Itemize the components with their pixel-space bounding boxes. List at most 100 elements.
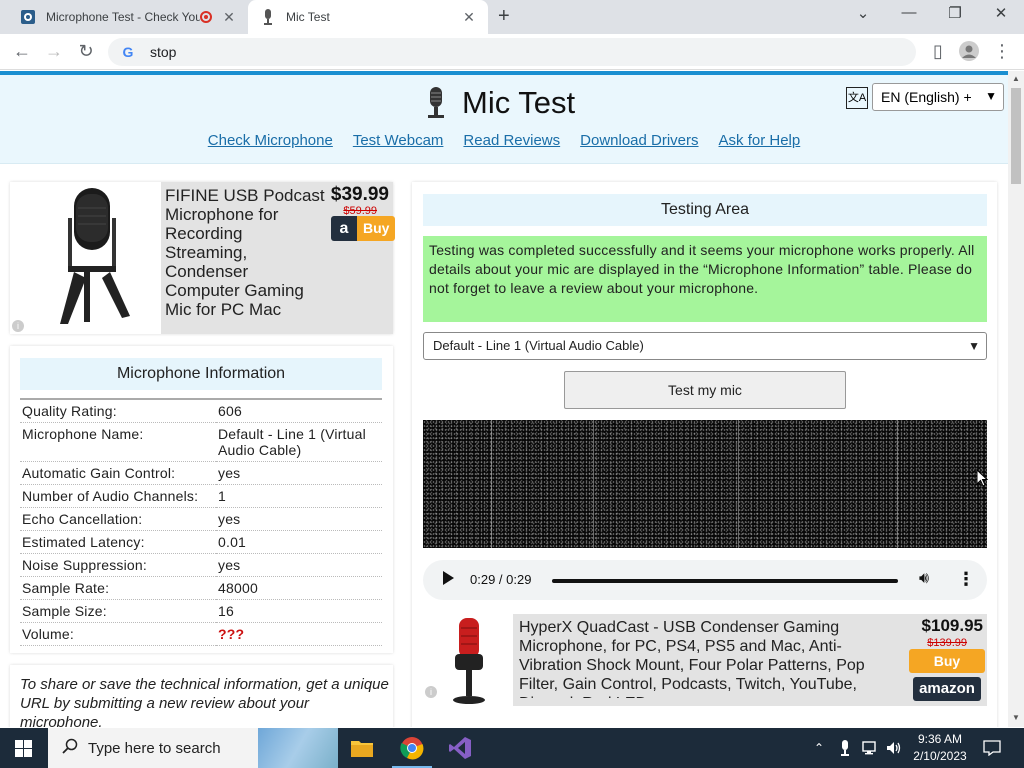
test-my-mic-button[interactable]: Test my mic bbox=[564, 371, 846, 409]
audio-visualizer bbox=[423, 420, 987, 548]
show-hidden-icons[interactable]: ⌃ bbox=[814, 728, 824, 768]
nav-read-reviews[interactable]: Read Reviews bbox=[463, 132, 560, 149]
windows-taskbar: Type here to search ⌃ 9:36 AM 2/10/2023 bbox=[0, 728, 1024, 768]
table-row: Estimated Latency: 0.01 bbox=[20, 531, 382, 554]
restore-button[interactable]: ❐ bbox=[940, 4, 970, 22]
minimize-button[interactable]: — bbox=[894, 4, 924, 21]
audio-time: 0:29 / 0:29 bbox=[470, 572, 532, 587]
product-ad-hyperx[interactable]: i HyperX QuadCast - USB Condenser Gaming… bbox=[423, 614, 987, 706]
site-favicon-icon bbox=[20, 9, 36, 25]
share-text: To share or save the technical informati… bbox=[20, 676, 389, 727]
info-key: Number of Audio Channels: bbox=[22, 488, 199, 504]
mic-tray-icon[interactable] bbox=[840, 728, 850, 768]
info-key: Quality Rating: bbox=[22, 403, 117, 419]
ad-info-icon[interactable]: i bbox=[425, 686, 437, 698]
amazon-logo-icon: a bbox=[331, 216, 357, 241]
info-value: 16 bbox=[218, 603, 234, 619]
table-row: Automatic Gain Control: yes bbox=[20, 462, 382, 485]
microphone-information-panel: Microphone Information Quality Rating: 60… bbox=[10, 346, 393, 653]
chevron-down-icon: ▼ bbox=[985, 89, 997, 103]
new-tab-button[interactable]: + bbox=[498, 5, 510, 28]
info-value: yes bbox=[218, 465, 241, 481]
ad-info-icon[interactable]: i bbox=[12, 320, 24, 332]
notification-icon[interactable] bbox=[983, 728, 1001, 768]
table-row: Number of Audio Channels: 1 bbox=[20, 485, 382, 508]
product-image-hyperx bbox=[453, 618, 485, 704]
tab-mic-test[interactable]: Mic Test ✕ bbox=[248, 0, 488, 34]
info-value: yes bbox=[218, 557, 241, 573]
close-tab-icon[interactable]: ✕ bbox=[460, 9, 478, 26]
ad-product-title[interactable]: HyperX QuadCast - USB Condenser Gaming M… bbox=[519, 618, 894, 698]
microphone-info-table: Quality Rating: 606 Microphone Name: Defau… bbox=[20, 397, 382, 646]
windows-icon[interactable] bbox=[15, 740, 32, 757]
taskbar-search[interactable]: Type here to search bbox=[48, 728, 338, 768]
nav-download-drivers[interactable]: Download Drivers bbox=[580, 132, 698, 149]
testing-area-panel: Testing Area Testing was completed succe… bbox=[412, 182, 997, 727]
play-icon[interactable] bbox=[443, 571, 454, 585]
tab-microphone-test[interactable]: Microphone Test - Check Your ✕ bbox=[8, 0, 248, 34]
site-title[interactable]: Mic Test bbox=[424, 85, 575, 121]
info-value: 0.01 bbox=[218, 534, 247, 550]
audio-progress-track[interactable] bbox=[552, 579, 898, 583]
language-select[interactable]: EN (English) + ▼ bbox=[872, 83, 1004, 111]
microphone-favicon-icon bbox=[260, 9, 276, 25]
search-placeholder: Type here to search bbox=[88, 739, 221, 757]
language-value: EN (English) + bbox=[881, 89, 972, 105]
browser-menu-icon[interactable]: ⋮ bbox=[990, 41, 1014, 62]
chrome-icon[interactable] bbox=[388, 728, 436, 768]
page-scrollbar[interactable]: ▲ ▼ bbox=[1008, 71, 1024, 727]
search-highlight-image bbox=[258, 728, 338, 768]
visualizer-line bbox=[897, 420, 898, 548]
close-tab-icon[interactable]: ✕ bbox=[220, 9, 238, 26]
product-image-fifine bbox=[60, 188, 130, 324]
ad-product-title[interactable]: FIFINE USB Podcast Microphone for Record… bbox=[165, 186, 325, 326]
buy-button[interactable]: Buy bbox=[909, 649, 985, 673]
mouse-cursor-icon bbox=[976, 469, 988, 487]
info-key: Volume: bbox=[22, 626, 74, 642]
forward-button[interactable]: → bbox=[42, 41, 66, 62]
reload-button[interactable]: ↻ bbox=[74, 41, 98, 62]
visualizer-line bbox=[593, 420, 594, 548]
translate-icon: 文A bbox=[846, 87, 868, 109]
address-bar[interactable]: G stop bbox=[108, 38, 916, 66]
tab-search-chevron-icon[interactable]: ⌄ bbox=[848, 4, 878, 22]
browser-tab-bar: Microphone Test - Check Your ✕ Mic Test … bbox=[0, 0, 1024, 34]
close-window-button[interactable]: ✕ bbox=[986, 4, 1016, 22]
visual-studio-icon[interactable] bbox=[436, 728, 484, 768]
network-icon[interactable] bbox=[862, 728, 880, 768]
speaker-icon[interactable] bbox=[886, 728, 902, 768]
section-heading: Microphone Information bbox=[20, 358, 382, 390]
folder-icon[interactable] bbox=[338, 728, 386, 768]
nav-test-webcam[interactable]: Test Webcam bbox=[353, 132, 444, 149]
info-value: yes bbox=[218, 511, 241, 527]
device-select[interactable]: Default - Line 1 (Virtual Audio Cable) ▼ bbox=[423, 332, 987, 360]
clock-date: 2/10/2023 bbox=[913, 749, 967, 763]
info-value: 48000 bbox=[218, 580, 258, 596]
scroll-down-icon[interactable]: ▼ bbox=[1012, 713, 1020, 722]
amazon-buy-button[interactable]: a Buy bbox=[331, 216, 396, 241]
browser-toolbar: ← → ↻ G stop ▯ ⋮ bbox=[0, 34, 1024, 70]
ad-price: $39.99 bbox=[330, 184, 389, 205]
visualizer-line bbox=[491, 420, 492, 548]
volume-icon[interactable]: 🔊︎ bbox=[919, 570, 929, 588]
ad-price: $109.95 bbox=[921, 616, 983, 635]
buy-label: Buy bbox=[357, 216, 396, 241]
back-button[interactable]: ← bbox=[10, 41, 34, 62]
scrollbar-thumb[interactable] bbox=[1011, 88, 1021, 184]
nav-check-microphone[interactable]: Check Microphone bbox=[208, 132, 333, 149]
google-icon: G bbox=[122, 44, 134, 60]
profile-avatar[interactable] bbox=[957, 41, 981, 66]
product-ad-fifine[interactable]: i FIFINE USB Podcast Microphone for Reco… bbox=[10, 182, 396, 334]
clock-time: 9:36 AM bbox=[917, 732, 963, 746]
table-row: Volume:??? bbox=[20, 623, 382, 646]
page-content: Mic Test Check Microphone Test Webcam Re… bbox=[0, 71, 1008, 727]
taskbar-clock[interactable]: 9:36 AM 2/10/2023 bbox=[905, 731, 975, 765]
nav-ask-for-help[interactable]: Ask for Help bbox=[719, 132, 801, 149]
microphone-icon bbox=[428, 87, 444, 118]
share-info-panel: To share or save the technical informati… bbox=[10, 665, 393, 727]
tab-title: Microphone Test - Check Your bbox=[46, 10, 200, 24]
more-icon[interactable]: ⋮ bbox=[957, 569, 975, 590]
side-panel-icon[interactable]: ▯ bbox=[926, 41, 950, 62]
scroll-up-icon[interactable]: ▲ bbox=[1012, 74, 1020, 83]
info-value: 1 bbox=[218, 488, 226, 504]
